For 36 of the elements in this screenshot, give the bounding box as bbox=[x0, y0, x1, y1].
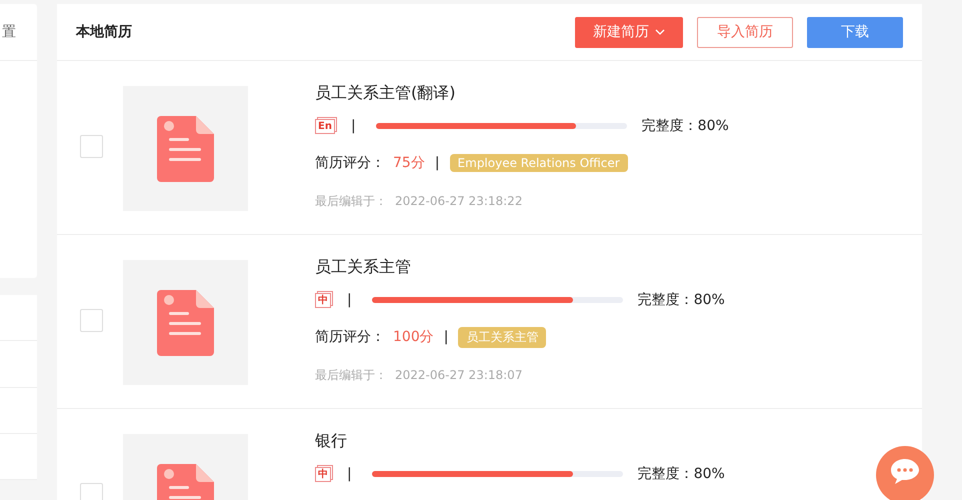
document-icon bbox=[157, 290, 214, 356]
completeness-text: 完整度：80% bbox=[638, 291, 725, 309]
resume-title[interactable]: 员工关系主管(翻译) bbox=[315, 83, 729, 105]
sidebar-label[interactable]: 置 bbox=[2, 23, 16, 41]
separator: | bbox=[350, 118, 356, 134]
score-value: 100分 bbox=[393, 328, 434, 346]
separator: | bbox=[444, 329, 448, 345]
language-icon: 中 bbox=[315, 292, 331, 308]
separator: | bbox=[347, 466, 352, 482]
caret-icon bbox=[655, 29, 665, 35]
new-resume-button[interactable]: 新建简历 bbox=[575, 16, 683, 48]
score-value: 75分 bbox=[393, 154, 425, 172]
checkbox[interactable] bbox=[80, 309, 103, 332]
resume-title[interactable]: 银行 bbox=[315, 431, 725, 453]
checkbox[interactable] bbox=[80, 483, 103, 500]
completeness-text: 完整度：80% bbox=[642, 117, 729, 135]
date-label: 最后编辑于： bbox=[315, 192, 387, 210]
date-label: 最后编辑于： bbox=[315, 366, 387, 384]
checkbox[interactable] bbox=[80, 135, 103, 158]
separator: | bbox=[434, 155, 440, 171]
score-label: 简历评分： bbox=[315, 328, 385, 346]
language-icon: 中 bbox=[315, 466, 331, 482]
date-value: 2022-06-27 23:18:07 bbox=[395, 368, 522, 382]
score-label: 简历评分： bbox=[315, 154, 385, 172]
language-icon: En bbox=[315, 118, 335, 134]
panel-title: 本地简历 bbox=[76, 23, 133, 41]
job-tag: 员工关系主管 bbox=[458, 326, 546, 348]
document-icon bbox=[157, 116, 214, 182]
completeness-text: 完整度：80% bbox=[638, 465, 725, 483]
separator: | bbox=[347, 292, 352, 308]
job-tag: Employee Relations Officer bbox=[450, 154, 628, 172]
download-button[interactable]: 下载 bbox=[807, 16, 903, 48]
resume-title[interactable]: 员工关系主管 bbox=[315, 257, 725, 279]
date-value: 2022-06-27 23:18:22 bbox=[395, 194, 522, 208]
chat-bubble-icon bbox=[890, 458, 920, 485]
import-button[interactable]: 导入简历 bbox=[697, 16, 793, 48]
